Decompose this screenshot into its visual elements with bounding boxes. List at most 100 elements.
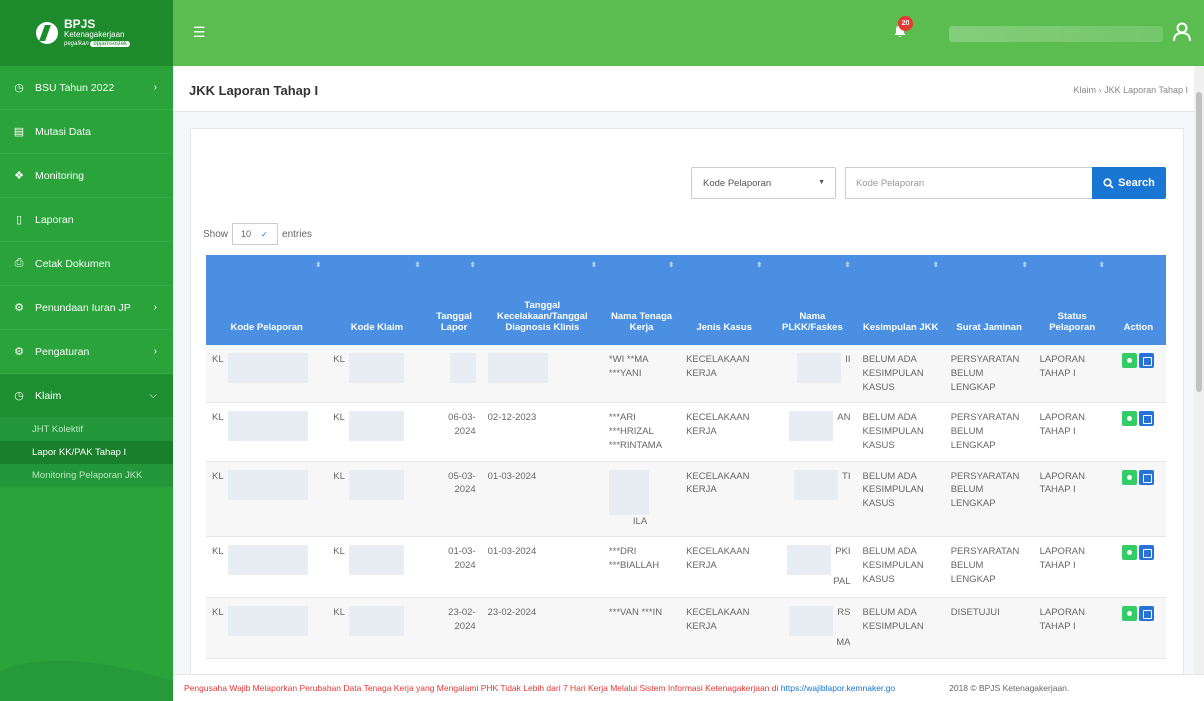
chevron-down-icon: ⌵ (149, 390, 157, 401)
sidebar-item-label: Laporan (35, 213, 74, 226)
cell-plkk: RS MA (768, 597, 857, 659)
sidebar-subitem[interactable]: JHT Kolektif (0, 418, 173, 441)
brand-tag-left: pegafkan (64, 41, 89, 48)
view-button[interactable] (1122, 545, 1138, 561)
column-header-label: Tanggal Lapor (436, 311, 472, 333)
scrollbar-thumb[interactable] (1196, 92, 1202, 392)
cell-tanggal-kecelakaan: 02-12-2023 (481, 402, 603, 462)
column-header[interactable]: Nama PLKK/Faskes ⬍ (768, 255, 857, 345)
sort-icon: ⬍ (414, 262, 421, 269)
cell-jenis: KECELAKAAN KERJA (680, 597, 769, 659)
cell-surat: PERSYARATAN BELUM LENGKAP (944, 536, 1034, 599)
cell-kode-pelaporan: KL (206, 536, 328, 599)
search-input[interactable]: Kode Pelaporan (845, 167, 1093, 199)
sidebar-subitem[interactable]: Monitoring Pelaporan JKK (0, 464, 173, 487)
sidebar-item-pengaturan[interactable]: ⚙ Pengaturan › (0, 330, 173, 374)
cell-text: BELUM ADA KESIMPULAN KASUS (862, 354, 924, 393)
cell-text: KL (212, 607, 224, 619)
redacted-value (789, 411, 834, 442)
sidebar-item-label: Cetak Dokumen (35, 257, 111, 270)
sidebar-item-label: BSU Tahun 2022 (35, 81, 115, 94)
redacted-value (789, 606, 834, 637)
search-icon (1103, 177, 1114, 189)
redacted-value (794, 469, 839, 500)
table-row: KL KL 01-03-2024 01-03-2024 ***DRI ***BIALLA… (206, 536, 1166, 599)
user-icon[interactable] (1173, 22, 1191, 42)
print-button[interactable] (1139, 411, 1155, 427)
view-button[interactable] (1122, 353, 1138, 368)
print-button[interactable] (1139, 606, 1155, 622)
cell-jenis: KECELAKAAN KERJA (680, 402, 769, 462)
sidebar-item-penundaan-iuran-jp[interactable]: ⚙ Penundaan Iuran JP › (0, 286, 173, 330)
sidebar-item-monitoring[interactable]: ❖ Monitoring (0, 154, 173, 198)
print-button[interactable] (1139, 353, 1155, 368)
sidebar-item-bsu-tahun-2022[interactable]: ◷ BSU Tahun 2022 › (0, 66, 173, 110)
sidebar-subitem[interactable]: Lapor KK/PAK Tahap I (0, 441, 173, 464)
sidebar-item-klaim[interactable]: ◷ Klaim ⌵ (0, 374, 173, 418)
column-header[interactable]: Nama Tenaga Kerja ⬍ (602, 255, 681, 345)
column-header-label: Nama PLKK/Faskes (782, 311, 843, 333)
entries-select[interactable]: 10 ✓ (232, 223, 279, 245)
footer-link[interactable]: https://wajiblapor.kemnaker.go (781, 683, 895, 693)
breadcrumb-root[interactable]: Klaim (1074, 85, 1097, 95)
cell-text: KL (212, 354, 224, 365)
entries-suffix-label: entries (282, 228, 313, 240)
cell-text: BELUM ADA KESIMPULAN KASUS (862, 412, 924, 451)
sidebar-item-label: Klaim (35, 389, 62, 402)
page-title: JKK Laporan Tahap I (189, 83, 319, 98)
column-header[interactable]: Tanggal Lapor ⬍ (426, 255, 482, 345)
cell-kesimpulan: BELUM ADA KESIMPULAN KASUS (856, 345, 945, 404)
column-header[interactable]: Kode Klaim ⬍ (327, 255, 427, 345)
footer-notice-text: Pengusaha Wajib Melaporkan Perubahan Dat… (184, 683, 779, 693)
sort-icon: ⬍ (591, 262, 597, 269)
cell-status: LAPORAN TAHAP I (1033, 461, 1111, 538)
print-button[interactable] (1139, 469, 1155, 485)
search-button[interactable]: Search (1092, 167, 1166, 199)
cell-kesimpulan: BELUM ADA KESIMPULAN KASUS (856, 461, 945, 538)
notification-badge[interactable]: 20 (898, 16, 913, 31)
sidebar-item-laporan[interactable]: ▯ Laporan (0, 198, 173, 242)
view-button[interactable] (1122, 469, 1138, 485)
cell-kode-pelaporan: KL (206, 402, 328, 462)
print-button[interactable] (1139, 545, 1155, 561)
column-header-label: Tanggal Kecelakaan/Tanggal Diagnosis Kli… (496, 300, 588, 333)
chevron-down-icon: ✓ (261, 229, 268, 239)
column-header[interactable]: Kode Pelaporan ⬍ (206, 255, 328, 345)
entries-show-label: Show (203, 228, 229, 240)
entries-control: Show 10 ✓ entries (203, 223, 312, 245)
column-header[interactable]: Jenis Kasus ⬍ (680, 255, 769, 345)
column-header[interactable]: Status Pelaporan ⬍ (1033, 255, 1111, 345)
sidebar: BPJS Ketenagakerjaan pegafkan bpjamsoste… (0, 0, 173, 701)
redacted-value (348, 469, 404, 500)
cell-text: KECELAKAAN KERJA (686, 412, 750, 438)
column-header-label: Kode Klaim (350, 322, 404, 333)
cell-text: PERSYARATAN BELUM LENGKAP (950, 412, 1020, 451)
column-header[interactable]: Tanggal Kecelakaan/Tanggal Diagnosis Kli… (481, 255, 603, 345)
redacted-value (227, 606, 308, 637)
page-header: JKK Laporan Tahap I Klaim › JKK Laporan … (173, 66, 1194, 112)
cell-text: KL (333, 412, 345, 424)
sidebar-item-mutasi-data[interactable]: ▤ Mutasi Data (0, 110, 173, 154)
sort-icon: ⬍ (932, 262, 939, 269)
cell-text: 23-02-2024 (487, 607, 537, 619)
cell-text: PERSYARATAN BELUM LENGKAP (950, 470, 1020, 510)
column-header[interactable]: Surat Jaminan ⬍ (944, 255, 1034, 345)
cell-status: LAPORAN TAHAP I (1033, 402, 1111, 462)
cell-tanggal-kecelakaan: 01-03-2024 (481, 536, 603, 599)
cell-status: LAPORAN TAHAP I (1033, 536, 1111, 599)
content-card: Kode Pelaporan ▼ Kode Pelaporan Search S… (190, 128, 1184, 701)
redacted-value (608, 469, 649, 515)
sort-icon: ⬍ (315, 262, 322, 269)
vertical-scrollbar[interactable] (1194, 66, 1204, 701)
filter-field-select[interactable]: Kode Pelaporan ▼ (691, 167, 836, 199)
column-header[interactable]: Action (1110, 255, 1166, 345)
view-button[interactable] (1122, 606, 1138, 622)
sidebar-item-cetak-dokumen[interactable]: ⎙ Cetak Dokumen (0, 242, 173, 286)
column-header-label: Surat Jaminan (956, 322, 1022, 333)
brand-logo[interactable]: BPJS Ketenagakerjaan pegafkan bpjamsoste… (0, 0, 173, 66)
cell-tanggal-lapor: 06-03-2024 (426, 402, 482, 462)
column-header[interactable]: Kesimpulan JKK ⬍ (856, 255, 945, 345)
cell-surat: PERSYARATAN BELUM LENGKAP (944, 345, 1034, 404)
menu-toggle-icon[interactable]: ☰ (193, 24, 206, 41)
view-button[interactable] (1122, 411, 1138, 427)
